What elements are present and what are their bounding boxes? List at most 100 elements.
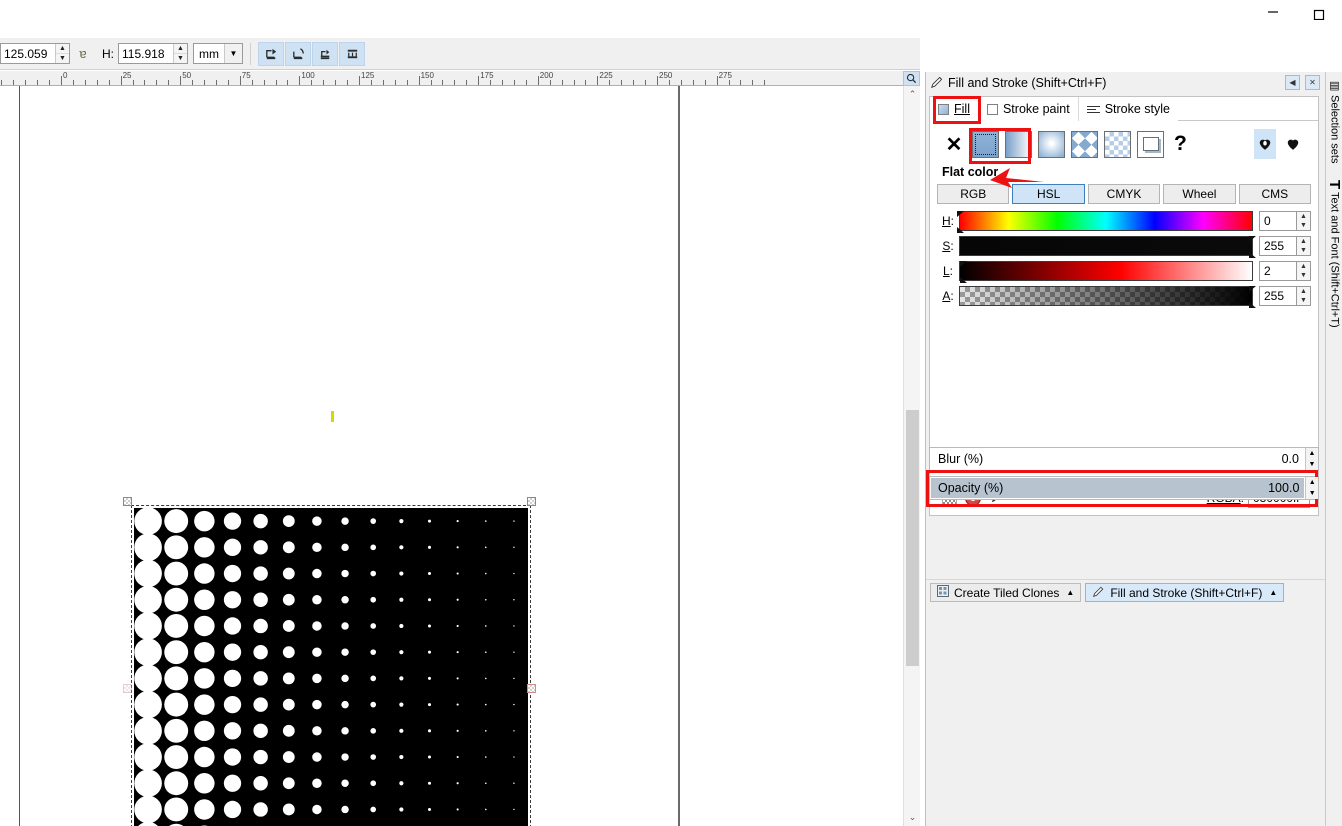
- fill-rule-evenodd-button[interactable]: [1254, 129, 1276, 159]
- ruler-tick: [1, 80, 3, 85]
- channel-value-saturation[interactable]: 255: [1259, 236, 1297, 256]
- tab-stroke-style[interactable]: Stroke style: [1078, 97, 1178, 121]
- channel-value-lightness[interactable]: 2: [1259, 261, 1297, 281]
- ruler-tick: [752, 80, 754, 85]
- lock-ratio-icon[interactable]: ɐ: [72, 46, 94, 61]
- mode-cms-tab[interactable]: CMS: [1238, 184, 1312, 204]
- channel-row-saturation: S: 255 ▲ ▼: [937, 234, 1311, 258]
- channel-slider-saturation[interactable]: [959, 236, 1256, 258]
- height-input[interactable]: [119, 44, 173, 63]
- channel-stepper-hue[interactable]: ▲ ▼: [1297, 211, 1311, 231]
- channel-stepper-saturation[interactable]: ▲ ▼: [1297, 236, 1311, 256]
- ruler-tick: [323, 80, 325, 85]
- opacity-stepper[interactable]: ▲ ▼: [1305, 477, 1318, 499]
- paint-pattern-button[interactable]: [1071, 130, 1098, 158]
- window-controls: [1250, 0, 1342, 20]
- ruler-tick: [13, 80, 15, 85]
- halftone-dot-gradient-object[interactable]: [134, 507, 528, 826]
- lower-one-step-button[interactable]: [339, 41, 365, 66]
- channel-stepper-lightness[interactable]: ▲ ▼: [1297, 261, 1311, 281]
- scroll-up-arrow-icon[interactable]: ⌃: [904, 86, 921, 103]
- ruler-tick: [502, 80, 504, 85]
- dock-button-create-tiled-clones[interactable]: Create Tiled Clones ▲: [930, 583, 1082, 602]
- chevron-up-icon[interactable]: ▲: [1269, 588, 1277, 597]
- chevron-up-icon[interactable]: ▲: [1066, 588, 1074, 597]
- dock-close-button[interactable]: ✕: [1305, 75, 1320, 90]
- maximize-button[interactable]: [1296, 0, 1342, 20]
- canvas-area[interactable]: [0, 86, 903, 826]
- tab-stroke-paint[interactable]: Stroke paint: [978, 97, 1079, 121]
- guide-marker[interactable]: [331, 411, 334, 422]
- ruler-tick: [215, 80, 217, 85]
- ruler-tick: [84, 80, 86, 85]
- zoom-icon[interactable]: [903, 71, 920, 86]
- selection-handle-ne[interactable]: [527, 497, 536, 506]
- channel-slider-hue[interactable]: [957, 211, 1253, 233]
- channel-slider-lightness[interactable]: [959, 261, 1253, 283]
- channel-value-alpha[interactable]: 255: [1259, 286, 1297, 306]
- raise-one-step-button[interactable]: [312, 41, 338, 66]
- ruler-label: 75: [241, 71, 251, 80]
- ruler-tick: [37, 80, 39, 85]
- lower-to-bottom-button[interactable]: [285, 41, 311, 66]
- selection-handle-nw[interactable]: [123, 497, 132, 506]
- unit-select[interactable]: mm ▼: [193, 43, 243, 64]
- paint-swatch-button[interactable]: [1104, 130, 1131, 158]
- color-channel-sliders: H: 0 ▲ ▼ S: 255 ▲ ▼ L: 2 ▲ ▼ A: 255 ▲ ▼: [930, 204, 1318, 308]
- paint-none-button[interactable]: ✕: [942, 131, 966, 158]
- mode-wheel-tab[interactable]: Wheel: [1163, 184, 1236, 204]
- ruler-tick: [335, 80, 337, 85]
- channel-marker-alpha[interactable]: [1249, 286, 1256, 308]
- dock-button-fill-and-stroke[interactable]: Fill and Stroke (Shift+Ctrl+F) ▲: [1085, 583, 1285, 602]
- channel-value-hue[interactable]: 0: [1259, 211, 1297, 231]
- height-field[interactable]: ▲▼: [118, 43, 188, 64]
- channel-marker-hue[interactable]: [957, 211, 964, 233]
- vtab-text-and-font[interactable]: T Text and Font (Shift+Ctrl+T): [1326, 177, 1342, 328]
- blur-row[interactable]: Blur (%) 0.0 ▲ ▼: [929, 447, 1319, 471]
- chevron-down-icon[interactable]: ▼: [224, 44, 242, 63]
- ruler-tick: [680, 80, 682, 85]
- ruler-label: 125: [361, 71, 375, 80]
- scroll-down-arrow-icon[interactable]: ⌄: [904, 809, 921, 826]
- selection-sets-icon: ▤: [1328, 79, 1340, 92]
- channel-marker-lightness[interactable]: [959, 261, 967, 283]
- channel-marker-saturation[interactable]: [1249, 236, 1256, 258]
- ruler-tick: [394, 80, 396, 85]
- channel-stepper-alpha[interactable]: ▲ ▼: [1297, 286, 1311, 306]
- vtab-selection-sets[interactable]: ▤ Selection sets: [1326, 76, 1342, 163]
- channel-slider-alpha[interactable]: [959, 286, 1256, 308]
- ruler-tick: [716, 76, 718, 85]
- blur-stepper[interactable]: ▲ ▼: [1305, 448, 1318, 470]
- width-input[interactable]: [1, 44, 55, 63]
- fill-rule-group: [1254, 129, 1312, 159]
- paint-radial-gradient-button[interactable]: [1038, 130, 1065, 158]
- paint-unknown-button[interactable]: [1137, 130, 1164, 158]
- tab-fill[interactable]: Fill: [930, 97, 979, 121]
- dock-collapse-button[interactable]: ◀: [1285, 75, 1300, 90]
- tab-fill-label: Fill: [954, 102, 970, 116]
- ruler-tick: [513, 80, 515, 85]
- ruler-tick: [764, 80, 766, 85]
- fill-rule-nonzero-button[interactable]: [1282, 129, 1304, 159]
- pen-icon: [1092, 585, 1105, 601]
- raise-to-top-button[interactable]: [258, 41, 284, 66]
- opacity-value: 100.0: [1268, 481, 1300, 495]
- page-border-left: [19, 86, 20, 826]
- ruler-tick: [740, 80, 742, 85]
- minimize-button[interactable]: [1250, 0, 1296, 20]
- canvas-vertical-scrollbar[interactable]: ⌃ ⌄: [903, 86, 920, 826]
- paint-linear-gradient-button[interactable]: [1005, 130, 1032, 158]
- opacity-row[interactable]: Opacity (%) 100.0 ▲ ▼: [929, 476, 1319, 500]
- horizontal-ruler[interactable]: 0 25 50 75 100 125 150 175 200 225 250 275: [0, 71, 920, 86]
- selection-handle-e[interactable]: [527, 684, 536, 693]
- width-field[interactable]: ▲▼: [0, 43, 70, 64]
- ruler-tick: [573, 80, 575, 85]
- ruler-tick: [442, 80, 444, 85]
- scrollbar-thumb[interactable]: [906, 410, 919, 666]
- selection-handle-w[interactable]: [123, 684, 132, 693]
- paint-flat-color-button[interactable]: [972, 130, 999, 158]
- ruler-tick: [382, 80, 384, 85]
- height-stepper[interactable]: ▲ ▼: [173, 44, 187, 63]
- width-stepper[interactable]: ▲ ▼: [55, 44, 69, 63]
- mode-cmyk-tab[interactable]: CMYK: [1087, 184, 1161, 204]
